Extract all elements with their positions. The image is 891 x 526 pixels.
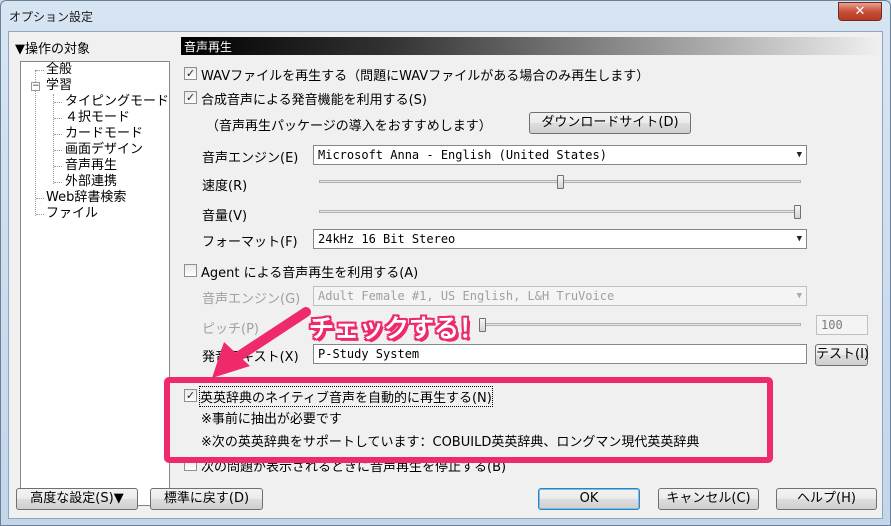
- tree-item-label: 外部連携: [65, 174, 118, 189]
- section-title: 音声再生: [184, 40, 233, 54]
- reset-defaults-button[interactable]: 標準に戻す(D): [150, 488, 263, 510]
- tree-item-label: 画面デザイン: [65, 142, 144, 157]
- title-bar[interactable]: オプション設定 ✕: [1, 1, 890, 31]
- tree-line: [36, 70, 44, 71]
- tree-item-screen-design[interactable]: 画面デザイン: [65, 142, 143, 158]
- tts-label[interactable]: 合成音声による発音機能を利用する(S): [201, 89, 427, 108]
- tree-item-general[interactable]: 全般: [46, 62, 72, 78]
- speed-slider-thumb[interactable]: [557, 175, 564, 189]
- dropdown-arrow-icon: ▼: [796, 150, 802, 160]
- tree-item-label: 音声再生: [65, 158, 118, 173]
- test-button[interactable]: テスト(I): [815, 344, 869, 366]
- sample-text-input[interactable]: P-Study System: [313, 344, 807, 364]
- tree-line: [54, 166, 62, 167]
- tree-item-audio-playback[interactable]: 音声再生: [65, 158, 118, 174]
- pitch-slider-track[interactable]: [479, 323, 801, 326]
- cancel-button[interactable]: キャンセル(C): [658, 488, 759, 510]
- tree-item-label: Web辞書検索: [46, 190, 127, 205]
- tree-line: [54, 134, 62, 135]
- agent-engine-label: 音声エンジン(G): [202, 292, 301, 307]
- tree-line: [54, 182, 62, 183]
- format-select[interactable]: 24kHz 16 Bit Stereo ▼: [313, 229, 807, 249]
- tree-line: [35, 70, 36, 216]
- tree-line: [54, 118, 62, 119]
- agent-engine-select-value: Adult Female #1, US English, L&H TruVoic…: [318, 289, 615, 303]
- engine-select[interactable]: Microsoft Anna - English (United States)…: [313, 145, 807, 165]
- download-site-button[interactable]: ダウンロードサイト(D): [529, 112, 691, 134]
- ok-button[interactable]: OK: [538, 488, 640, 510]
- agent-engine-select[interactable]: Adult Female #1, US English, L&H TruVoic…: [313, 286, 807, 306]
- volume-slider-track[interactable]: [319, 210, 801, 213]
- agent-label[interactable]: Agent による音声再生を利用する(A): [201, 262, 418, 281]
- tts-note: （音声再生パッケージの導入をおすすめします）: [206, 119, 492, 134]
- section-header-bar: 音声再生: [181, 37, 881, 55]
- options-dialog: オプション設定 ✕ ▼操作の対象 全般 − 学習 タイピングモード ４択モード …: [0, 0, 891, 526]
- wav-label[interactable]: WAVファイルを再生する（問題にWAVファイルがある場合のみ再生します）: [201, 65, 649, 84]
- volume-slider-thumb[interactable]: [794, 205, 801, 219]
- tree-item-label: ファイル: [46, 206, 99, 221]
- tree-line: [54, 150, 62, 151]
- collapse-icon[interactable]: −: [31, 82, 40, 91]
- pitch-value-field[interactable]: 100: [816, 315, 868, 335]
- tree-line: [54, 102, 62, 103]
- dropdown-arrow-icon: ▼: [796, 291, 802, 301]
- tree-item-choice-mode[interactable]: ４択モード: [65, 110, 130, 126]
- tree-item-label: 全般: [46, 62, 73, 77]
- advanced-settings-button[interactable]: 高度な設定(S)▼: [16, 488, 138, 510]
- tree-item-file[interactable]: ファイル: [46, 206, 98, 222]
- annotation-highlight-box: [164, 377, 773, 463]
- window-title: オプション設定: [9, 10, 94, 24]
- annotation-arrow-icon: [212, 307, 311, 378]
- tree-item-card-mode[interactable]: カードモード: [65, 126, 143, 142]
- tree-item-external-link[interactable]: 外部連携: [65, 174, 117, 190]
- tree-line: [53, 94, 54, 184]
- category-tree[interactable]: 全般 − 学習 タイピングモード ４択モード カードモード 画面デザイン 音声再…: [20, 61, 170, 506]
- help-button[interactable]: ヘルプ(H): [776, 488, 877, 510]
- engine-label: 音声エンジン(E): [202, 151, 299, 166]
- tree-item-study[interactable]: 学習: [46, 78, 72, 94]
- wav-checkbox[interactable]: ✓: [184, 67, 197, 80]
- tree-item-web-dictionary[interactable]: Web辞書検索: [46, 190, 126, 206]
- speed-label: 速度(R): [202, 179, 248, 194]
- tree-item-label: ４択モード: [65, 110, 131, 125]
- format-select-value: 24kHz 16 Bit Stereo: [318, 232, 456, 246]
- engine-select-value: Microsoft Anna - English (United States): [318, 148, 607, 162]
- tree-item-label: タイピングモード: [65, 94, 170, 109]
- tts-checkbox[interactable]: ✓: [184, 91, 197, 104]
- volume-label: 音量(V): [202, 209, 248, 224]
- tree-line: [36, 198, 44, 199]
- tree-item-label: カードモード: [65, 126, 144, 141]
- tree-header[interactable]: ▼操作の対象: [15, 38, 90, 57]
- annotation-text: チェックする！: [309, 314, 485, 343]
- tree-item-label: 学習: [46, 78, 73, 93]
- agent-checkbox[interactable]: [184, 264, 197, 277]
- tree-line: [36, 214, 44, 215]
- dropdown-arrow-icon: ▼: [796, 234, 802, 244]
- format-label: フォーマット(F): [202, 235, 298, 250]
- close-button[interactable]: ✕: [838, 2, 882, 21]
- tree-item-typing-mode[interactable]: タイピングモード: [65, 94, 169, 110]
